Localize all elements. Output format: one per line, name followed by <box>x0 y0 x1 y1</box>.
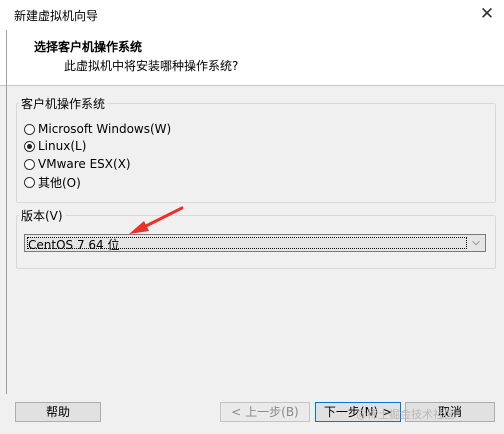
red-arrow-annotation <box>129 206 184 234</box>
radio-vmware-esx[interactable]: VMware ESX(X) <box>24 156 131 172</box>
window-title: 新建虚拟机向导 <box>14 9 99 23</box>
radio-other[interactable]: 其他(O) <box>24 174 81 190</box>
back-button[interactable]: < 上一步(B) <box>220 402 310 422</box>
radio-label: 其他(O) <box>38 175 81 190</box>
chevron-down-icon[interactable]: ⌵ <box>467 235 485 251</box>
guest-os-group: 客户机操作系统 <box>16 95 496 203</box>
guest-os-group-label: 客户机操作系统 <box>21 97 106 111</box>
radio-label: Microsoft Windows(W) <box>38 122 172 136</box>
wizard-header: 选择客户机操作系统 此虚拟机中将安装哪种操作系统? <box>0 30 504 86</box>
left-border <box>6 30 7 394</box>
focus-outline <box>27 237 467 249</box>
radio-linux[interactable]: Linux(L) <box>24 138 86 154</box>
radio-indicator[interactable] <box>24 158 35 170</box>
page-title: 选择客户机操作系统 <box>34 40 143 54</box>
watermark: @稀土掘金技术社区 <box>356 408 455 421</box>
page-subtitle: 此虚拟机中将安装哪种操作系统? <box>64 59 239 73</box>
close-icon[interactable]: ✕ <box>476 3 498 25</box>
version-select[interactable]: CentOS 7 64 位 ⌵ <box>24 234 486 252</box>
radio-microsoft-windows[interactable]: Microsoft Windows(W) <box>24 121 171 137</box>
radio-label: Linux(L) <box>38 139 87 153</box>
radio-indicator[interactable] <box>24 176 35 188</box>
radio-label: VMware ESX(X) <box>38 157 131 171</box>
version-group-label: 版本(V) <box>21 209 63 223</box>
help-button[interactable]: 帮助 <box>15 402 101 422</box>
radio-indicator-selected[interactable] <box>24 140 35 152</box>
radio-indicator[interactable] <box>24 123 35 135</box>
title-bar: 新建虚拟机向导 ✕ <box>0 0 504 30</box>
